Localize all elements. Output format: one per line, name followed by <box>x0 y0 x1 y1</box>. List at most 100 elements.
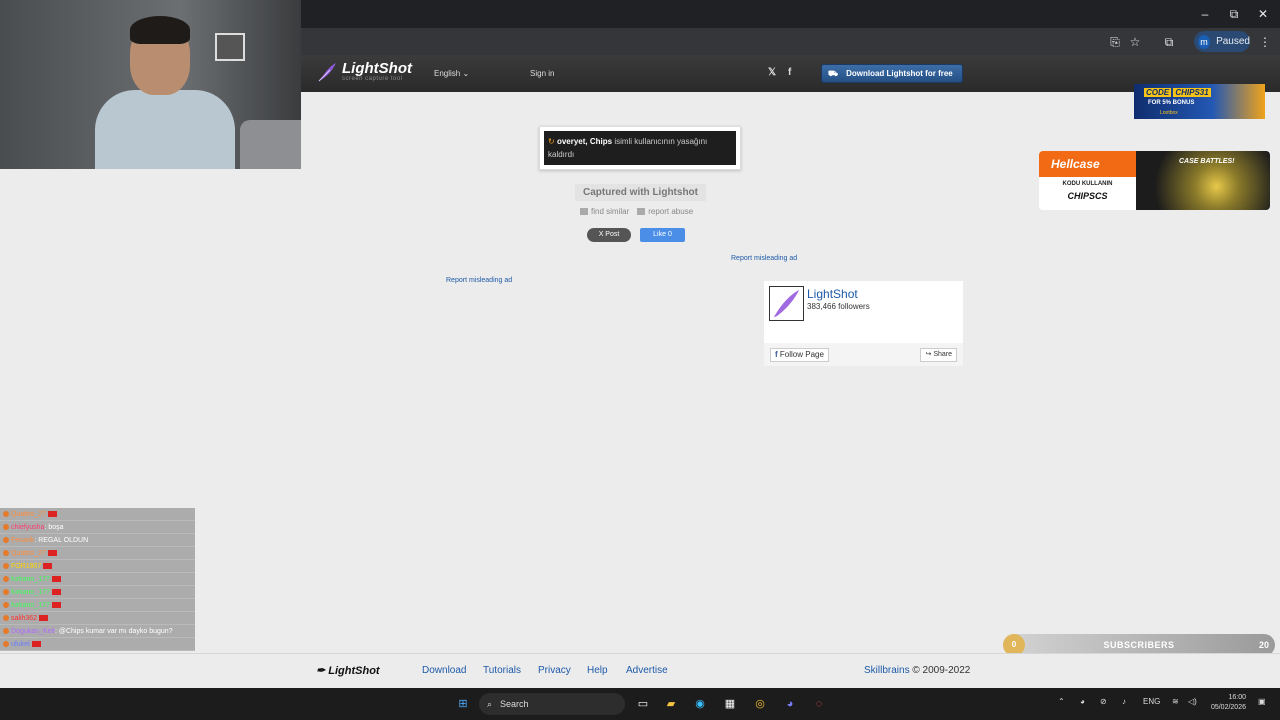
chat-message: Quattro_27 <box>0 547 195 560</box>
chat-message: FOR1907 <box>0 560 195 573</box>
ad-brand: Lootbox <box>1160 110 1178 116</box>
badge-icon <box>3 524 9 531</box>
badge-icon <box>3 511 9 518</box>
wifi-icon[interactable]: ≋ <box>1172 697 1179 706</box>
chat-username: chiefyusha <box>11 524 45 531</box>
microphone-icon[interactable]: ♪ <box>1122 697 1126 706</box>
profile-status: Paused <box>1216 36 1250 47</box>
notification-icon[interactable]: ▣ <box>1258 697 1266 706</box>
lightshot-logo[interactable]: LightShot screen capture tool <box>316 61 412 83</box>
footer-link-tutorials[interactable]: Tutorials <box>483 665 521 676</box>
hellcase-brand: Hellcase <box>1039 151 1136 177</box>
find-similar-link[interactable]: find similar <box>580 207 629 216</box>
footer-logo[interactable]: ✒ LightShot <box>316 664 380 677</box>
file-explorer-icon[interactable]: ▰ <box>661 694 681 714</box>
download-button[interactable]: ⛟ Download Lightshot for free <box>821 64 963 83</box>
chevron-up-icon[interactable]: ⌃ <box>1058 697 1065 706</box>
hellcase-code: CHIPSCS <box>1067 191 1108 201</box>
chat-text: : boşa <box>44 524 64 531</box>
chat-message: furkann_177 <box>0 599 195 612</box>
footer-link-help[interactable]: Help <box>587 665 608 676</box>
like-button[interactable]: Like 0 <box>640 228 685 242</box>
maximize-button[interactable]: ⧉ <box>1219 4 1249 24</box>
page-name[interactable]: LightShot <box>807 287 858 301</box>
facebook-icon[interactable]: f <box>788 67 791 78</box>
follow-page-button[interactable]: f Follow Page <box>770 348 829 362</box>
footer-link-advertise[interactable]: Advertise <box>626 665 668 676</box>
feather-icon: ✒ <box>316 665 326 677</box>
profile-button[interactable]: m Paused <box>1194 31 1250 52</box>
badge-icon <box>3 576 9 583</box>
company-link[interactable]: Skillbrains <box>864 665 910 676</box>
close-button[interactable]: ✕ <box>1248 4 1278 24</box>
chat-username: furkann_177 <box>11 602 50 609</box>
captured-label: Captured with Lightshot <box>575 184 706 201</box>
twitter-icon[interactable]: 𝕏 <box>768 67 776 78</box>
language-indicator[interactable]: ENG <box>1143 697 1160 706</box>
badge-icon <box>3 563 9 570</box>
chat-text: : REGAL OLDUN <box>34 537 89 544</box>
flag-icon <box>48 511 58 518</box>
taskbar-search[interactable]: ⌕ Search <box>479 693 625 715</box>
language-select[interactable]: English ⌄ <box>434 69 469 78</box>
task-view-icon[interactable]: ▭ <box>633 694 653 714</box>
screenshot-image[interactable]: ↻ overyet, Chips isimli kullanıcının yas… <box>539 126 741 170</box>
recording-app-icon[interactable]: ◌ <box>809 694 829 714</box>
screenshot-user: overyet, Chips <box>556 137 613 146</box>
network-off-icon[interactable]: ⊘ <box>1100 697 1107 706</box>
page-followers: 383,466 followers <box>807 302 870 311</box>
hellcase-title: CASE BATTLES! <box>1179 158 1235 165</box>
footer-link-download[interactable]: Download <box>422 665 466 676</box>
store-icon[interactable]: ▦ <box>720 694 740 714</box>
signin-link[interactable]: Sign in <box>530 69 554 78</box>
flag-icon <box>51 602 61 609</box>
bookmark-star-icon[interactable]: ☆ <box>1126 33 1144 51</box>
report-ad-link[interactable]: Report misleading ad <box>731 255 797 262</box>
taskbar: ⊞ ⌕ Search ▭ ▰ ◉ ▦ ◎ ◕ ◌ ⌃ ◕ ⊘ ♪ ENG ≋ ◁… <box>0 688 1280 720</box>
install-app-icon[interactable]: ⎘ <box>1106 33 1124 51</box>
chat-username: furkann_177 <box>11 576 50 583</box>
menu-icon[interactable]: ⋮ <box>1256 33 1274 51</box>
download-icon: ⛟ <box>828 68 839 78</box>
page-thumbnail[interactable] <box>769 286 804 321</box>
flag-icon <box>43 563 53 570</box>
chat-username: Dogukan_Keit <box>11 628 55 635</box>
badge-icon <box>3 628 9 635</box>
x-post-button[interactable]: X Post <box>587 228 631 242</box>
avatar: m <box>1198 34 1211 49</box>
badge-icon <box>3 615 9 622</box>
badge-icon <box>3 537 9 544</box>
extensions-icon[interactable]: ⧉ <box>1160 33 1178 51</box>
share-icon: ↪ <box>925 351 932 358</box>
lootbox-ad[interactable]: CODE CHIPS31 FOR 5% BONUS Lootbox <box>1134 84 1265 119</box>
chat-message: Dogukan_Keit: @Chips kumar var mı dayko … <box>0 625 195 638</box>
chrome-icon[interactable]: ◎ <box>750 694 770 714</box>
footer-link-privacy[interactable]: Privacy <box>538 665 571 676</box>
discord-icon[interactable]: ◕ <box>780 694 800 714</box>
flag-icon <box>39 615 49 622</box>
flag-icon <box>51 576 61 583</box>
chat-username: FOR1907 <box>11 563 42 570</box>
share-button[interactable]: ↪ Share <box>920 348 957 362</box>
report-abuse-link[interactable]: report abuse <box>637 207 693 216</box>
clock[interactable]: 16:00 05/02/2026 <box>1206 693 1246 713</box>
chat-message: Quattro_27 <box>0 508 195 521</box>
feather-icon <box>318 63 336 82</box>
start-icon[interactable]: ⊞ <box>453 694 473 714</box>
site-footer: ✒ LightShot Download Tutorials Privacy H… <box>0 653 1280 688</box>
minimize-button[interactable]: – <box>1190 4 1220 24</box>
hellcase-ad[interactable]: Hellcase KODU KULLANIN CHIPSCS CASE BATT… <box>1039 151 1270 210</box>
flag-icon <box>48 550 58 557</box>
logo-subtitle: screen capture tool <box>342 76 403 82</box>
chat-message: Fenarik: REGAL OLDUN <box>0 534 195 547</box>
chat-username: ufukel <box>11 641 30 648</box>
badge-icon <box>3 602 9 609</box>
volume-icon[interactable]: ◁) <box>1188 697 1197 706</box>
copyright: Skillbrains © 2009-2022 <box>864 665 971 676</box>
report-ad-link[interactable]: Report misleading ad <box>446 277 512 284</box>
flag-icon <box>31 641 41 648</box>
hellcase-line: KODU KULLANIN <box>1062 181 1113 187</box>
chat-message: furkann_177 <box>0 586 195 599</box>
discord-tray-icon[interactable]: ◕ <box>1080 697 1085 706</box>
edge-icon[interactable]: ◉ <box>690 694 710 714</box>
